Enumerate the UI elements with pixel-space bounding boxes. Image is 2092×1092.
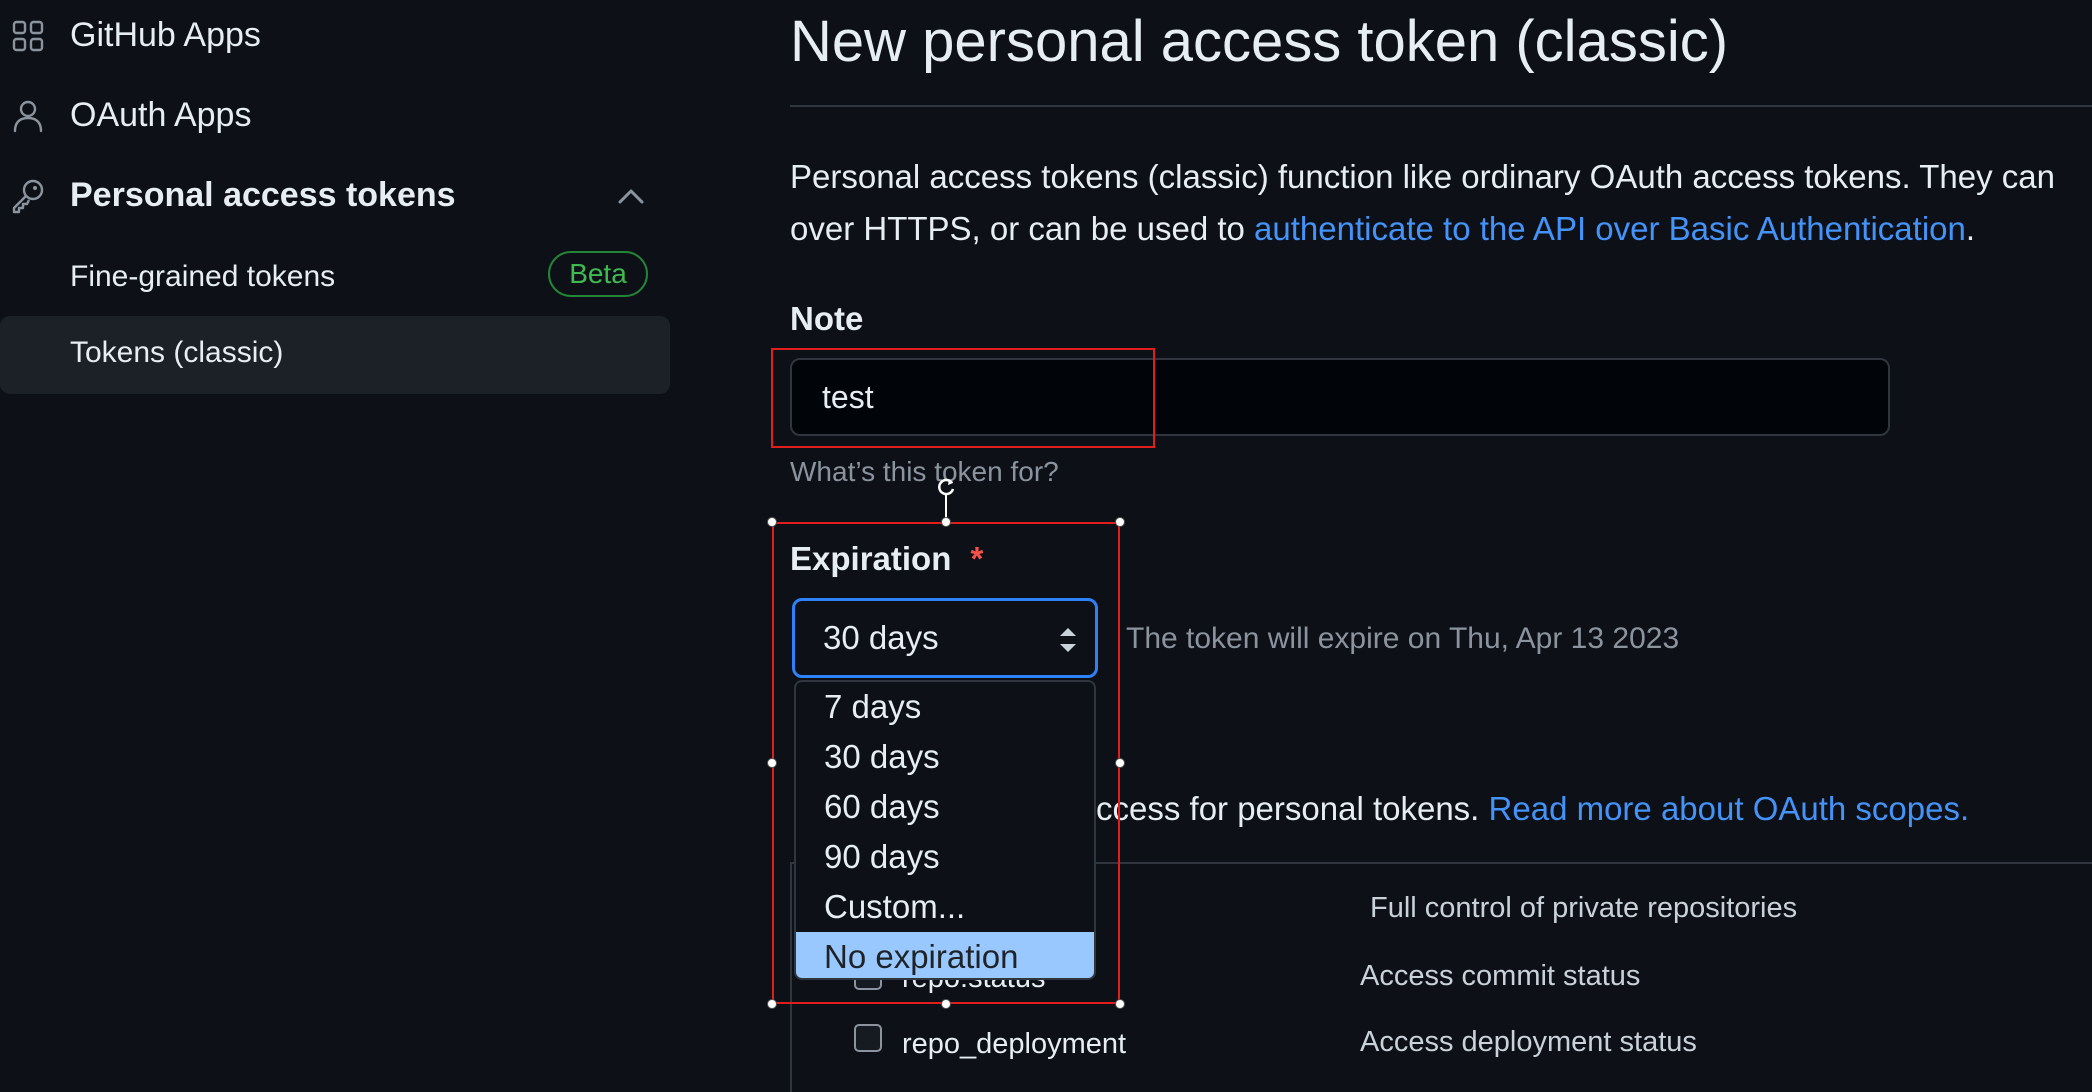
scope-description: Full control of private repositories bbox=[1370, 892, 1798, 924]
resize-handle-top-left[interactable] bbox=[767, 517, 777, 527]
resize-handle-bottom-left[interactable] bbox=[767, 999, 777, 1009]
description-period: . bbox=[1965, 210, 1976, 247]
title-divider bbox=[790, 105, 2092, 107]
page-title: New personal access token (classic) bbox=[790, 9, 1729, 74]
scopes-intro-text: ccess for personal tokens. bbox=[1096, 790, 1489, 827]
chevron-up-icon[interactable] bbox=[614, 180, 648, 214]
key-icon bbox=[10, 178, 46, 214]
apps-grid-icon bbox=[10, 18, 46, 54]
sidebar-item-label: Personal access tokens bbox=[70, 176, 456, 214]
sidebar-subitem-label: Tokens (classic) bbox=[70, 336, 284, 369]
person-icon bbox=[10, 98, 46, 134]
note-annotation-box bbox=[771, 348, 1155, 448]
note-hint: What’s this token for? bbox=[790, 456, 1059, 487]
resize-handle-right[interactable] bbox=[1115, 758, 1125, 768]
resize-handle-top-right[interactable] bbox=[1115, 517, 1125, 527]
description-text: over HTTPS, or can be used to bbox=[790, 210, 1255, 247]
sidebar-item-personal-access-tokens[interactable]: Personal access tokens bbox=[0, 164, 670, 228]
scope-checkbox-repo-deployment[interactable] bbox=[854, 1024, 882, 1052]
resize-handle-left[interactable] bbox=[767, 758, 777, 768]
expiration-date-text: The token will expire on Thu, Apr 13 202… bbox=[1126, 622, 1680, 655]
description-line-2: over HTTPS, or can be used to authentica… bbox=[790, 210, 1975, 248]
resize-handle-top[interactable] bbox=[941, 517, 951, 527]
sidebar-item-label: OAuth Apps bbox=[70, 96, 252, 134]
scopes-intro: ccess for personal tokens. Read more abo… bbox=[1096, 790, 1969, 828]
expiration-annotation-box bbox=[772, 522, 1120, 1004]
resize-handle-bottom-right[interactable] bbox=[1115, 999, 1125, 1009]
scope-name: repo_deployment bbox=[902, 1028, 1127, 1060]
beta-badge: Beta bbox=[548, 251, 648, 297]
basic-auth-link[interactable]: authenticate to the API over Basic Authe… bbox=[1254, 210, 1966, 247]
description-line-1: Personal access tokens (classic) functio… bbox=[790, 158, 2055, 195]
resize-handle-bottom[interactable] bbox=[941, 999, 951, 1009]
sidebar-item-oauth-apps[interactable]: OAuth Apps bbox=[0, 84, 670, 148]
sidebar-item-tokens-classic[interactable]: Tokens (classic) bbox=[0, 316, 670, 394]
oauth-scopes-link[interactable]: Read more about OAuth scopes. bbox=[1489, 790, 1970, 827]
sidebar-item-label: GitHub Apps bbox=[70, 16, 261, 54]
note-label: Note bbox=[790, 300, 864, 337]
scope-description: Access deployment status bbox=[1360, 1026, 1697, 1058]
rotate-icon[interactable] bbox=[935, 476, 957, 498]
scope-description: Access commit status bbox=[1360, 960, 1641, 992]
sidebar-subitem-label: Fine-grained tokens bbox=[70, 260, 336, 293]
sidebar-item-github-apps[interactable]: GitHub Apps bbox=[0, 4, 670, 68]
